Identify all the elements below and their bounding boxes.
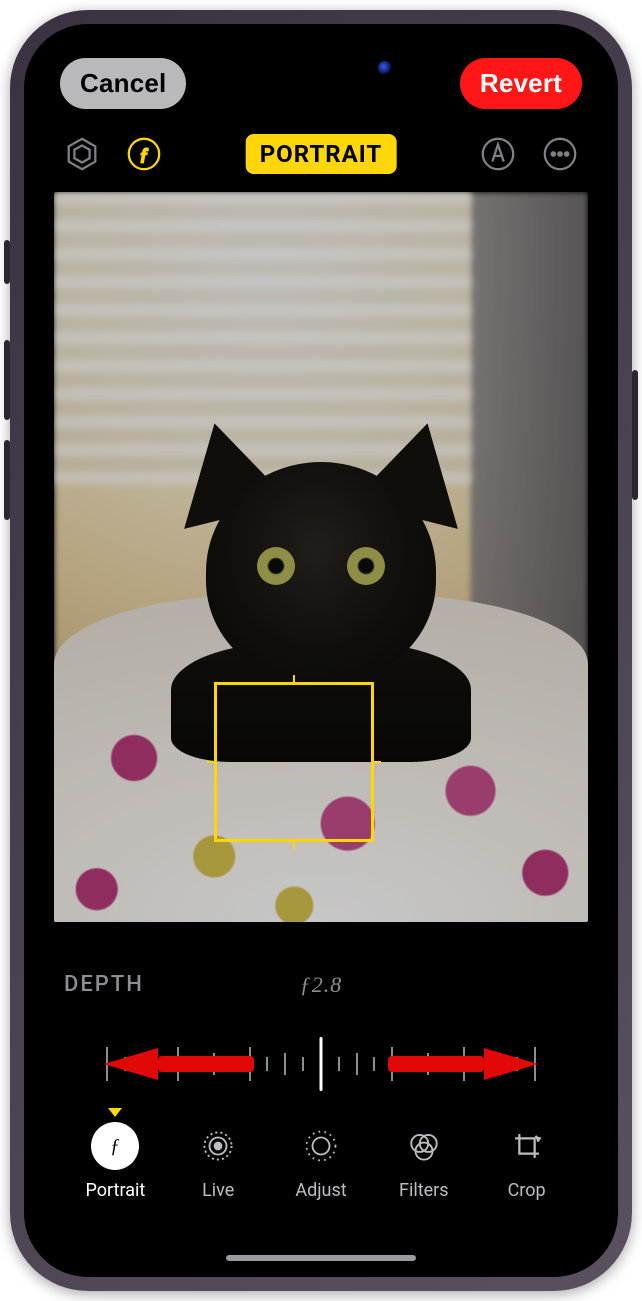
arrow-right-annotation bbox=[484, 1048, 538, 1080]
filters-icon bbox=[400, 1122, 448, 1170]
tab-label: Live bbox=[202, 1180, 234, 1201]
tab-label: Crop bbox=[508, 1180, 546, 1201]
device-frame: Cancel Revert ƒ PORTRAIT bbox=[10, 10, 632, 1291]
more-icon[interactable] bbox=[538, 132, 582, 176]
tab-label: Portrait bbox=[86, 1180, 146, 1201]
bottom-tabs: ƒ Portrait Live Adju bbox=[24, 1122, 618, 1201]
depth-value: ƒ2.8 bbox=[300, 972, 343, 998]
aperture-icon[interactable]: ƒ bbox=[122, 132, 166, 176]
tab-portrait[interactable]: ƒ Portrait bbox=[70, 1122, 160, 1201]
side-button bbox=[4, 240, 10, 284]
cancel-button[interactable]: Cancel bbox=[60, 58, 186, 109]
side-button bbox=[632, 370, 638, 500]
arrow-left-annotation bbox=[104, 1048, 158, 1080]
tab-live[interactable]: Live bbox=[173, 1122, 263, 1201]
crop-icon bbox=[503, 1122, 551, 1170]
live-icon bbox=[194, 1122, 242, 1170]
depth-slider[interactable] bbox=[24, 1034, 618, 1094]
lighting-effect-icon[interactable] bbox=[60, 132, 104, 176]
depth-label: DEPTH bbox=[64, 972, 144, 997]
home-indicator[interactable] bbox=[226, 1255, 416, 1261]
screen: Cancel Revert ƒ PORTRAIT bbox=[24, 24, 618, 1277]
tab-label: Filters bbox=[399, 1180, 449, 1201]
tab-adjust[interactable]: Adjust bbox=[276, 1122, 366, 1201]
side-button bbox=[4, 440, 10, 520]
tab-label: Adjust bbox=[295, 1180, 346, 1201]
mode-badge[interactable]: PORTRAIT bbox=[246, 134, 397, 174]
svg-text:ƒ: ƒ bbox=[111, 1136, 121, 1157]
svg-text:ƒ: ƒ bbox=[140, 145, 149, 164]
photo-content bbox=[54, 192, 588, 922]
portrait-icon: ƒ bbox=[91, 1122, 139, 1170]
focus-indicator[interactable] bbox=[214, 682, 374, 842]
dynamic-island bbox=[236, 46, 406, 90]
adjust-icon bbox=[297, 1122, 345, 1170]
tab-filters[interactable]: Filters bbox=[379, 1122, 469, 1201]
revert-button[interactable]: Revert bbox=[460, 58, 582, 109]
side-button bbox=[4, 340, 10, 420]
edit-toolbar: ƒ PORTRAIT bbox=[24, 132, 618, 176]
photo-preview[interactable] bbox=[54, 192, 588, 922]
slider-thumb[interactable] bbox=[320, 1037, 323, 1091]
front-camera bbox=[378, 61, 392, 75]
tab-crop[interactable]: Crop bbox=[482, 1122, 572, 1201]
depth-readout: DEPTH ƒ2.8 bbox=[24, 972, 618, 997]
markup-icon[interactable] bbox=[476, 132, 520, 176]
